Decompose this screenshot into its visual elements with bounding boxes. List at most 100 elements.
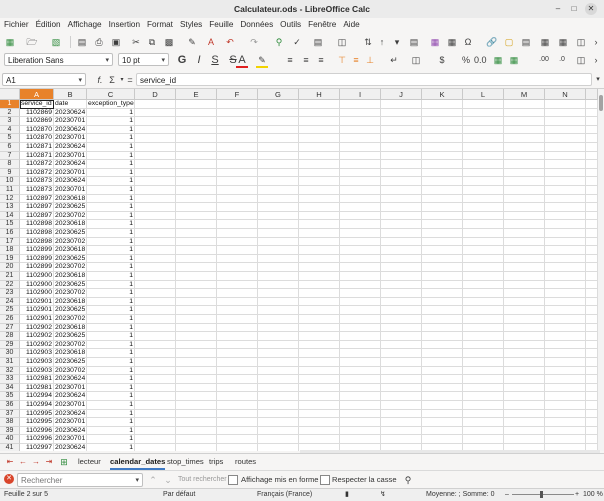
freeze-rows-icon[interactable]: ▦: [557, 36, 569, 48]
empty-cell[interactable]: [586, 306, 598, 315]
empty-cell[interactable]: [504, 375, 545, 384]
empty-cell[interactable]: [586, 375, 598, 384]
empty-cell[interactable]: [217, 117, 258, 126]
empty-cell[interactable]: [258, 134, 299, 143]
close-icon[interactable]: ✕: [585, 3, 597, 15]
empty-cell[interactable]: [340, 340, 381, 350]
empty-cell[interactable]: [381, 401, 422, 410]
empty-cell[interactable]: [381, 229, 422, 238]
zoom-level[interactable]: 100 %: [583, 489, 603, 500]
empty-cell[interactable]: [217, 383, 258, 393]
empty-cell[interactable]: [135, 418, 176, 427]
menu-affichage[interactable]: Affichage: [64, 18, 105, 29]
empty-cell[interactable]: [504, 237, 545, 247]
empty-cell[interactable]: [299, 435, 340, 444]
table-cell[interactable]: 1102899: [20, 254, 54, 264]
empty-cell[interactable]: [176, 366, 217, 376]
empty-cell[interactable]: [504, 143, 545, 152]
empty-cell[interactable]: [217, 143, 258, 152]
empty-cell[interactable]: [463, 108, 504, 118]
empty-cell[interactable]: [340, 306, 381, 315]
empty-cell[interactable]: [586, 160, 598, 169]
empty-cell[interactable]: [463, 186, 504, 195]
row-header[interactable]: 32: [0, 366, 20, 376]
column-header-d[interactable]: D: [135, 89, 176, 100]
formatted-display-checkbox[interactable]: [228, 475, 238, 485]
row-header[interactable]: 4: [0, 125, 20, 135]
table-cell[interactable]: 1: [87, 280, 135, 290]
column-header-a[interactable]: A: [20, 89, 54, 100]
copy-icon[interactable]: ⧉: [146, 36, 158, 48]
empty-cell[interactable]: [381, 366, 422, 376]
table-cell[interactable]: 1102872: [20, 160, 54, 169]
empty-cell[interactable]: [258, 332, 299, 341]
empty-cell[interactable]: [340, 168, 381, 178]
empty-cell[interactable]: [504, 340, 545, 350]
table-cell[interactable]: 1102900: [20, 280, 54, 290]
table-cell[interactable]: 20230625: [54, 358, 87, 367]
empty-cell[interactable]: [504, 289, 545, 298]
row-icon[interactable]: ▤: [312, 36, 324, 48]
empty-cell[interactable]: [217, 100, 258, 109]
empty-cell[interactable]: [135, 332, 176, 341]
empty-cell[interactable]: [299, 203, 340, 212]
empty-cell[interactable]: [299, 263, 340, 272]
cut-icon[interactable]: ✂: [130, 36, 142, 48]
empty-cell[interactable]: [545, 203, 586, 212]
empty-cell[interactable]: [504, 366, 545, 376]
empty-cell[interactable]: [135, 409, 176, 419]
empty-cell[interactable]: [135, 401, 176, 410]
empty-cell[interactable]: [504, 383, 545, 393]
empty-cell[interactable]: [217, 426, 258, 436]
empty-cell[interactable]: [217, 177, 258, 186]
sort-icon[interactable]: ⇅: [362, 36, 374, 48]
empty-cell[interactable]: [217, 246, 258, 255]
empty-cell[interactable]: [545, 246, 586, 255]
empty-cell[interactable]: [340, 272, 381, 281]
print-icon[interactable]: ⎙: [93, 36, 105, 48]
menu-feuille[interactable]: Feuille: [205, 18, 236, 29]
empty-cell[interactable]: [176, 280, 217, 290]
empty-cell[interactable]: [586, 143, 598, 152]
column-header-o[interactable]: [586, 89, 598, 100]
empty-cell[interactable]: [381, 289, 422, 298]
empty-cell[interactable]: [217, 349, 258, 358]
empty-cell[interactable]: [176, 444, 217, 451]
empty-cell[interactable]: [586, 401, 598, 410]
empty-cell[interactable]: [176, 186, 217, 195]
empty-cell[interactable]: [340, 366, 381, 376]
empty-cell[interactable]: [504, 272, 545, 281]
empty-cell[interactable]: [422, 117, 463, 126]
empty-cell[interactable]: [381, 125, 422, 135]
row-header[interactable]: 29: [0, 340, 20, 350]
empty-cell[interactable]: [299, 418, 340, 427]
empty-cell[interactable]: [299, 306, 340, 315]
empty-cell[interactable]: [217, 237, 258, 247]
empty-cell[interactable]: [463, 125, 504, 135]
empty-cell[interactable]: [340, 401, 381, 410]
empty-cell[interactable]: [217, 211, 258, 221]
empty-cell[interactable]: [217, 306, 258, 315]
table-cell[interactable]: 1: [87, 203, 135, 212]
comment-icon[interactable]: ▢: [503, 36, 515, 48]
row-header[interactable]: 27: [0, 323, 20, 333]
empty-cell[interactable]: [545, 100, 586, 109]
empty-cell[interactable]: [135, 194, 176, 204]
table-cell[interactable]: 20230701: [54, 117, 87, 126]
empty-cell[interactable]: [258, 229, 299, 238]
header-footer-icon[interactable]: ▤: [520, 36, 532, 48]
empty-cell[interactable]: [135, 168, 176, 178]
table-cell[interactable]: 20230618: [54, 297, 87, 307]
row-header[interactable]: 12: [0, 194, 20, 204]
empty-cell[interactable]: [340, 315, 381, 324]
empty-cell[interactable]: [504, 203, 545, 212]
empty-cell[interactable]: [463, 194, 504, 204]
column-header-b[interactable]: B: [54, 89, 87, 100]
row-header[interactable]: 14: [0, 211, 20, 221]
empty-cell[interactable]: [299, 392, 340, 401]
empty-cell[interactable]: [463, 297, 504, 307]
special-character-icon[interactable]: Ω: [462, 36, 474, 48]
empty-cell[interactable]: [381, 272, 422, 281]
empty-cell[interactable]: [586, 134, 598, 143]
empty-cell[interactable]: [463, 100, 504, 109]
